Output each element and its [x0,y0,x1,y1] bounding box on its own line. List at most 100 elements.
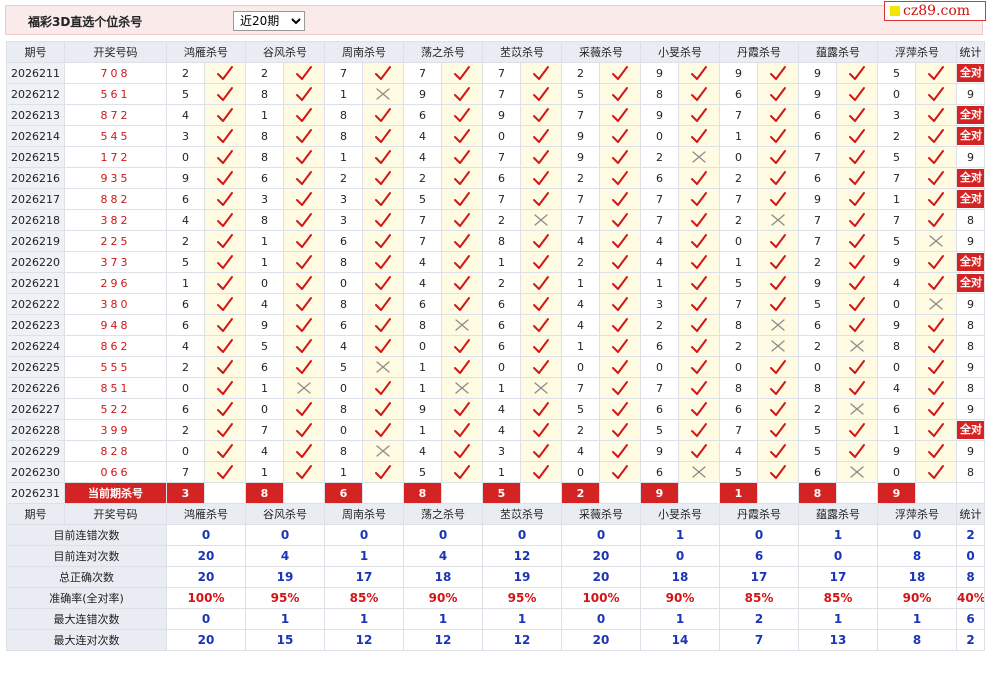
check-icon [928,276,944,290]
check-icon [612,318,628,332]
kill-number: 5 [877,146,916,168]
row-stat: 全对 [956,251,985,273]
kill-number: 2 [798,398,837,420]
check-icon [533,297,549,311]
check-icon [533,129,549,143]
all-right-badge: 全对 [957,106,984,124]
check-icon [928,402,944,416]
result-mark [520,251,562,273]
result-mark [520,167,562,189]
check-icon [612,234,628,248]
check-icon [691,234,707,248]
check-icon [691,87,707,101]
result-mark [283,230,325,252]
current-kill-blank [283,482,325,504]
summary-value: 19 [245,566,325,588]
kill-number: 0 [482,125,521,147]
kill-number: 8 [324,293,363,315]
kill-number: 8 [403,314,442,336]
check-icon [217,465,233,479]
result-mark [757,104,799,126]
kill-number: 7 [719,104,758,126]
kill-number: 8 [324,251,363,273]
kill-number: 6 [245,356,284,378]
check-icon [296,276,312,290]
kill-number: 8 [324,440,363,462]
result-mark [283,356,325,378]
result-mark [362,398,404,420]
kill-number: 0 [324,272,363,294]
row-stat: 8 [956,335,985,357]
header-expert: 荡之杀号 [403,503,483,525]
result-mark [204,272,246,294]
summary-value: 18 [640,566,720,588]
row-issue: 2026222 [6,293,65,315]
row-stat: 9 [956,440,985,462]
result-mark [520,461,562,483]
check-icon [375,192,391,206]
result-mark [520,398,562,420]
row-draw-number: 872 [64,104,167,126]
check-icon [533,66,549,80]
current-kill-blank [520,482,562,504]
check-icon [296,255,312,269]
row-draw-number: 708 [64,62,167,84]
table-row: 2026214 545 3 8 8 4 0 9 0 1 6 2 全对 [6,125,985,147]
kill-number: 6 [877,398,916,420]
result-mark [836,461,878,483]
result-mark [757,461,799,483]
row-draw-number: 935 [64,167,167,189]
result-mark [678,440,720,462]
all-right-badge: 全对 [957,64,984,82]
row-issue: 2026224 [6,335,65,357]
header-expert: 蕴露杀号 [798,503,878,525]
result-mark [678,293,720,315]
result-mark [836,251,878,273]
check-icon [612,360,628,374]
cross-icon [850,403,864,415]
kill-number: 4 [877,272,916,294]
check-icon [296,66,312,80]
site-logo[interactable]: cz89.com [884,1,986,21]
result-mark [915,146,957,168]
row-stat: 全对 [956,125,985,147]
kill-number: 0 [166,440,205,462]
result-mark [757,167,799,189]
kill-number: 6 [166,314,205,336]
header-expert: 蕴露杀号 [798,41,878,63]
kill-number: 7 [640,377,679,399]
check-icon [770,171,786,185]
result-mark [915,62,957,84]
period-select[interactable]: 近20期 [233,11,305,31]
table-row: 2026211 708 2 2 7 7 7 2 9 9 9 5 全对 [6,62,985,84]
result-mark [678,272,720,294]
summary-value: 0 [561,608,641,630]
summary-value: 20 [166,545,246,567]
summary-row: 目前连错次数 0 0 0 0 0 0 1 0 1 0 2 [6,524,985,546]
check-icon [375,297,391,311]
result-mark [757,188,799,210]
kill-number: 8 [798,377,837,399]
check-icon [770,381,786,395]
result-mark [204,440,246,462]
result-mark [915,167,957,189]
row-issue: 2026229 [6,440,65,462]
result-mark [757,62,799,84]
result-mark [757,146,799,168]
table-row: 2026230 066 7 1 1 5 1 0 6 5 6 0 8 [6,461,985,483]
check-icon [849,318,865,332]
check-icon [375,171,391,185]
kill-number: 5 [561,398,600,420]
result-mark [204,419,246,441]
result-mark [520,272,562,294]
result-mark [599,461,641,483]
check-icon [928,360,944,374]
kill-number: 1 [245,461,284,483]
result-mark [836,377,878,399]
cross-icon [534,214,548,226]
table-row: 2026212 561 5 8 1 9 7 5 8 6 9 0 9 [6,83,985,105]
check-icon [612,150,628,164]
result-mark [441,356,483,378]
check-icon [217,171,233,185]
check-icon [533,87,549,101]
